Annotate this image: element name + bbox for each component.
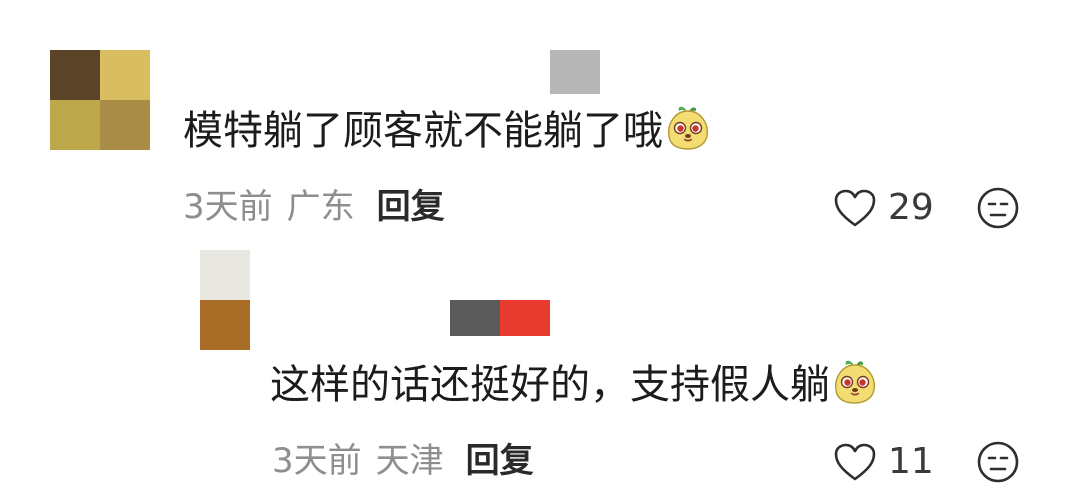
- neutral-face-icon[interactable]: [976, 186, 1020, 230]
- comment-time: 3天前: [183, 187, 273, 227]
- heart-outline-icon[interactable]: [833, 442, 877, 482]
- avatar[interactable]: [200, 250, 250, 350]
- avatar-pixel: [200, 300, 250, 350]
- comment-body: 模特躺了顾客就不能躺了哦: [183, 106, 711, 156]
- avatar-pixel: [100, 100, 150, 150]
- cartoon-fruit-emoji: [835, 360, 875, 404]
- like-count: 29: [888, 187, 934, 228]
- comment-time: 3天前: [272, 441, 362, 481]
- avatar-pixel: [50, 50, 100, 100]
- like-count: 11: [888, 441, 934, 482]
- avatar-pixel: [50, 100, 100, 150]
- heart-outline-icon[interactable]: [833, 188, 877, 228]
- comment-meta: 3天前 广东 回复: [183, 190, 445, 224]
- neutral-face-icon[interactable]: [976, 440, 1020, 484]
- cartoon-fruit-emoji: [668, 106, 708, 150]
- author-badge-redacted: [500, 300, 550, 336]
- comment-text: 模特躺了顾客就不能躺了哦: [183, 108, 663, 154]
- avatar-pixel: [200, 250, 250, 300]
- username-redacted[interactable]: [550, 50, 600, 94]
- reply-button[interactable]: 回复: [377, 187, 445, 227]
- comment-text: 这样的话还挺好的，支持假人躺: [270, 362, 830, 408]
- comment-body: 这样的话还挺好的，支持假人躺: [270, 360, 878, 410]
- username-redacted[interactable]: [450, 300, 500, 336]
- avatar[interactable]: [50, 50, 150, 150]
- comment-location: 天津: [375, 441, 444, 481]
- avatar-pixel: [100, 50, 150, 100]
- comment-meta: 3天前 天津 回复: [272, 444, 534, 478]
- reply-button[interactable]: 回复: [466, 441, 534, 481]
- comment-location: 广东: [286, 187, 355, 227]
